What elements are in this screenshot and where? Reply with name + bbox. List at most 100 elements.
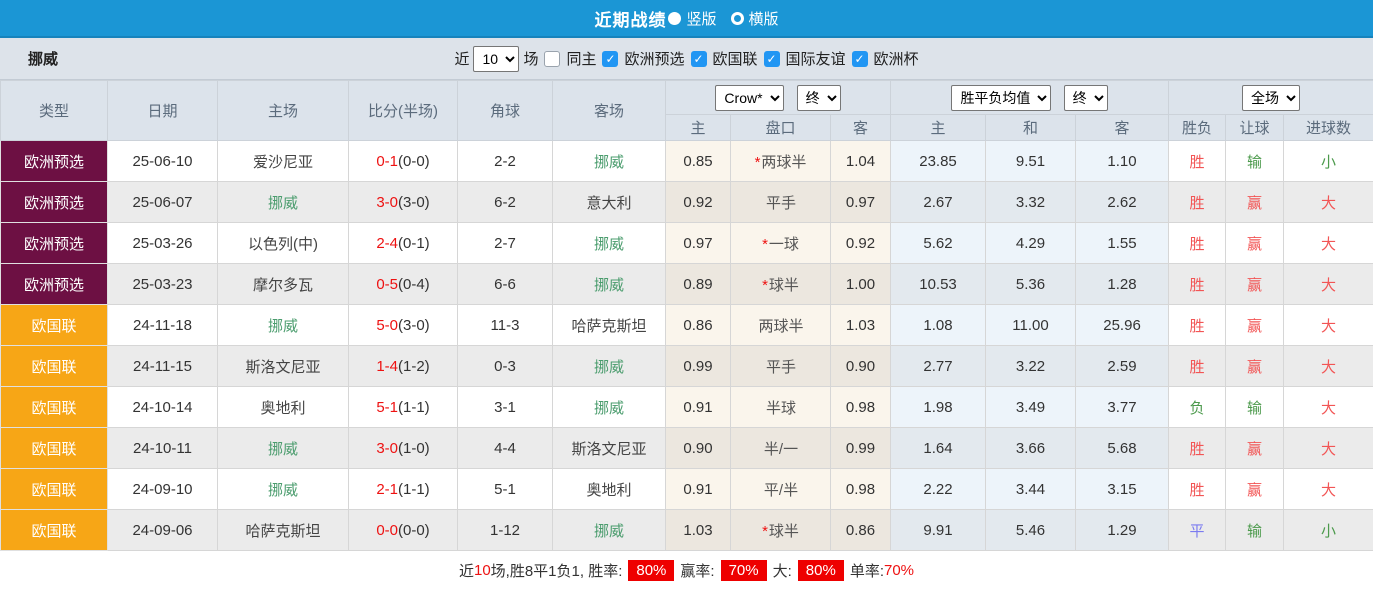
avg-home-odds: 5.62 [923,235,952,252]
home-team-cell: 爱沙尼亚 [218,141,349,182]
avg-home-odds: 2.77 [923,358,952,375]
result-label: 胜 [1190,482,1205,499]
handicap-result-cell: 赢 [1226,428,1284,469]
handicap-result-cell: 赢 [1226,264,1284,305]
subheader-goals: 进球数 [1284,115,1373,141]
title-bar: 近期战绩 竖版 横版 [0,0,1373,38]
home-team-label: 挪威 [268,318,298,335]
corner-cell: 6-2 [458,182,553,223]
radio-horizontal-label[interactable]: 横版 [749,8,779,29]
crow-home-odds: 0.85 [683,153,712,170]
crow-away-odds: 0.86 [846,522,875,539]
scope-group-header: 全场 [1169,81,1373,115]
avg-select[interactable]: 胜平负均值 [951,85,1051,111]
corner-label: 5-1 [494,481,516,498]
handicap-cell: 平手 [731,346,831,387]
corner-cell: 0-3 [458,346,553,387]
avg-draw-cell: 5.36 [986,264,1076,305]
avg-away-odds: 25.96 [1103,317,1141,334]
result-label: 胜 [1190,441,1205,458]
corner-cell: 5-1 [458,469,553,510]
type-label: 欧国联 [31,482,76,499]
near-count-select[interactable]: 10 [473,46,519,72]
home-team-label: 挪威 [268,441,298,458]
goals-result-label: 大 [1321,318,1336,335]
corner-label: 4-4 [494,440,516,457]
result-cell: 胜 [1169,469,1226,510]
away-team-cell: 挪威 [553,387,666,428]
subheader-crow-away: 客 [831,115,891,141]
date-cell: 25-06-07 [108,182,218,223]
date-label: 24-09-06 [132,522,192,539]
filters: 近 10 场 同主 ✓ 欧洲预选 ✓ 欧国联 ✓ 国际友谊 ✓ 欧洲杯 [454,46,918,72]
avg-away-cell: 2.62 [1076,182,1169,223]
halftime-score: (0-4) [398,276,430,293]
page-title: 近期战绩 [594,6,666,31]
league-checkbox-nations-league[interactable]: ✓ [691,51,707,67]
halftime-score: (1-2) [398,358,430,375]
result-cell: 胜 [1169,428,1226,469]
bookmaker-select[interactable]: Crow* [715,85,784,111]
result-label: 负 [1190,400,1205,417]
avg-draw-cell: 9.51 [986,141,1076,182]
date-cell: 24-10-11 [108,428,218,469]
league-checkbox-euro-qualifier[interactable]: ✓ [602,51,618,67]
type-cell: 欧洲预选 [1,223,108,264]
handicap-result-cell: 赢 [1226,346,1284,387]
crow-away-odds-cell: 0.92 [831,223,891,264]
away-team-label: 奥地利 [586,482,631,499]
avg-away-odds: 3.15 [1107,481,1136,498]
handicap-cell: 半/一 [731,428,831,469]
handicap-cell: *一球 [731,223,831,264]
single-rate-value: 70% [884,562,914,579]
avg-home-cell: 2.22 [891,469,986,510]
avg-draw-cell: 4.29 [986,223,1076,264]
same-home-checkbox[interactable] [544,51,560,67]
bookmaker-state-select[interactable]: 终 [797,85,841,111]
date-label: 24-09-10 [132,481,192,498]
handicap-result-cell: 输 [1226,387,1284,428]
league-checkbox-euro-cup[interactable]: ✓ [852,51,868,67]
home-team-cell: 挪威 [218,305,349,346]
footer-label-single: 单率: [850,560,884,581]
score-cell: 2-4(0-1) [349,223,458,264]
type-label: 欧洲预选 [24,195,84,212]
handicap-result-label: 输 [1247,523,1262,540]
radio-horizontal-icon[interactable] [731,12,744,25]
handicap-result-label: 赢 [1247,441,1262,458]
date-cell: 25-03-23 [108,264,218,305]
footer-summary: 场,胜8平1负1, 胜率: [491,560,623,581]
away-team-cell: 意大利 [553,182,666,223]
handicap-result-label: 赢 [1247,195,1262,212]
radio-vertical-selected-icon[interactable] [668,12,681,25]
over-rate-badge: 80% [798,560,844,581]
radio-vertical-label[interactable]: 竖版 [686,8,716,29]
fulltime-score: 2-4 [376,235,398,252]
header-score: 比分(半场) [349,81,458,141]
league-label-euro-qualifier: 欧洲预选 [624,48,684,69]
home-team-cell: 奥地利 [218,387,349,428]
league-checkbox-friendly[interactable]: ✓ [764,51,780,67]
goals-result-cell: 大 [1284,264,1373,305]
handicap-star: * [762,277,768,294]
avg-draw-cell: 3.44 [986,469,1076,510]
table-row: 欧国联24-09-06哈萨克斯坦0-0(0-0)1-12挪威1.03*球半0.8… [1,510,1373,551]
handicap-star: * [755,154,761,171]
avg-away-odds: 1.10 [1107,153,1136,170]
crow-home-odds-cell: 0.91 [666,469,731,510]
scope-select[interactable]: 全场 [1242,85,1300,111]
crow-home-odds: 0.90 [683,440,712,457]
type-cell: 欧洲预选 [1,182,108,223]
crow-home-odds: 0.91 [683,399,712,416]
avg-state-select[interactable]: 终 [1064,85,1108,111]
crow-home-odds: 0.92 [683,194,712,211]
score-cell: 3-0(1-0) [349,428,458,469]
avg-draw-odds: 4.29 [1016,235,1045,252]
handicap-label: 一球 [769,236,799,253]
avg-away-cell: 2.59 [1076,346,1169,387]
bookmaker-group-header: Crow* 终 [666,81,891,115]
avg-home-cell: 1.08 [891,305,986,346]
crow-home-odds-cell: 0.89 [666,264,731,305]
handicap-star: * [762,236,768,253]
result-cell: 胜 [1169,141,1226,182]
